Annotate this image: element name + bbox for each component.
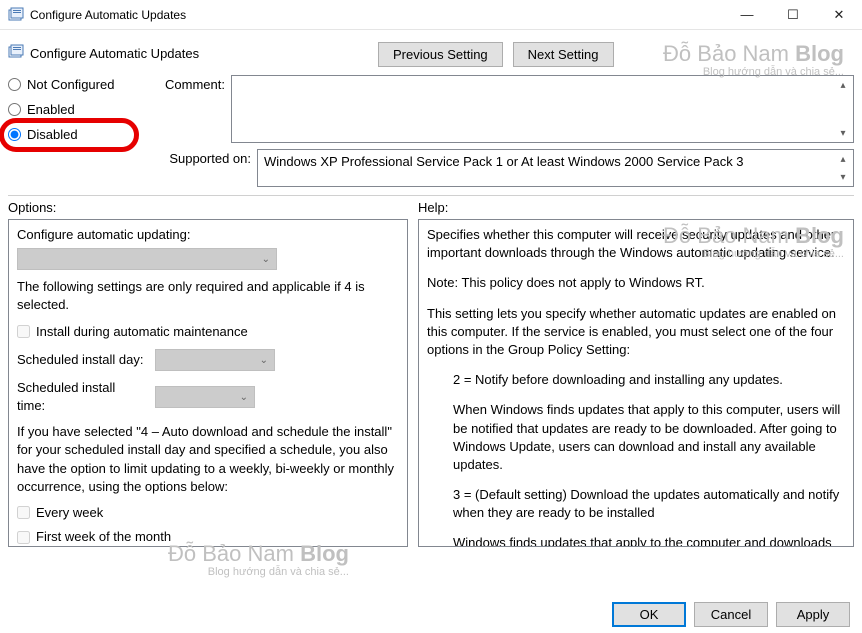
maximize-button[interactable]: ☐	[770, 0, 816, 29]
window-title: Configure Automatic Updates	[30, 8, 724, 22]
help-text: 3 = (Default setting) Download the updat…	[427, 486, 845, 522]
options-header: Options:	[8, 200, 418, 215]
chevron-down-icon: ⌄	[262, 253, 270, 267]
help-panel: Specifies whether this computer will rec…	[418, 219, 854, 547]
help-text: When Windows finds updates that apply to…	[427, 401, 845, 474]
configure-updating-combo[interactable]: ⌄	[17, 248, 277, 270]
titlebar: Configure Automatic Updates — ☐ ✕	[0, 0, 862, 30]
first-week-checkbox[interactable]: First week of the month	[17, 528, 399, 546]
next-setting-button[interactable]: Next Setting	[513, 42, 614, 67]
supported-label: Supported on:	[163, 149, 251, 166]
comment-label: Comment:	[163, 75, 225, 92]
schedule-text: If you have selected "4 – Auto download …	[17, 423, 399, 496]
install-maintenance-checkbox[interactable]: Install during automatic maintenance	[17, 323, 399, 341]
cancel-button[interactable]: Cancel	[694, 602, 768, 627]
close-button[interactable]: ✕	[816, 0, 862, 29]
ok-button[interactable]: OK	[612, 602, 686, 627]
minimize-button[interactable]: —	[724, 0, 770, 29]
scroll-down-icon[interactable]: ▾	[835, 125, 851, 141]
chevron-down-icon: ⌄	[240, 391, 248, 405]
every-week-checkbox[interactable]: Every week	[17, 504, 399, 522]
help-text: This setting lets you specify whether au…	[427, 305, 845, 360]
watermark: Đỗ Bảo Nam Blog Blog hướng dẫn và chia s…	[168, 542, 349, 578]
chevron-down-icon: ⌄	[260, 354, 268, 368]
scroll-up-icon[interactable]: ▴	[835, 151, 851, 167]
supported-text: Windows XP Professional Service Pack 1 o…	[257, 149, 854, 187]
policy-icon	[8, 7, 24, 23]
apply-button[interactable]: Apply	[776, 602, 850, 627]
scroll-up-icon[interactable]: ▴	[835, 77, 851, 93]
divider	[8, 195, 854, 196]
install-time-combo[interactable]: ⌄	[155, 386, 255, 408]
install-day-combo[interactable]: ⌄	[155, 349, 275, 371]
options-panel: Configure automatic updating: ⌄ The foll…	[8, 219, 408, 547]
comment-textarea[interactable]: ▴ ▾	[231, 75, 854, 143]
help-header: Help:	[418, 200, 448, 215]
policy-icon	[8, 44, 24, 63]
previous-setting-button[interactable]: Previous Setting	[378, 42, 503, 67]
radio-enabled[interactable]: Enabled	[8, 102, 163, 117]
window-controls: — ☐ ✕	[724, 0, 862, 29]
radio-not-configured[interactable]: Not Configured	[8, 77, 163, 92]
install-time-label: Scheduled install time:	[17, 379, 147, 415]
help-text: Windows finds updates that apply to the …	[427, 534, 845, 547]
configure-label: Configure automatic updating:	[17, 226, 399, 244]
required-text: The following settings are only required…	[17, 278, 399, 314]
dialog-footer: OK Cancel Apply	[612, 602, 850, 627]
install-day-label: Scheduled install day:	[17, 351, 147, 369]
help-text: Note: This policy does not apply to Wind…	[427, 274, 845, 292]
scroll-down-icon[interactable]: ▾	[835, 169, 851, 185]
help-text: 2 = Notify before downloading and instal…	[427, 371, 845, 389]
radio-disabled[interactable]: Disabled	[8, 127, 163, 142]
help-text: Specifies whether this computer will rec…	[427, 226, 845, 262]
page-title: Configure Automatic Updates	[30, 46, 199, 61]
